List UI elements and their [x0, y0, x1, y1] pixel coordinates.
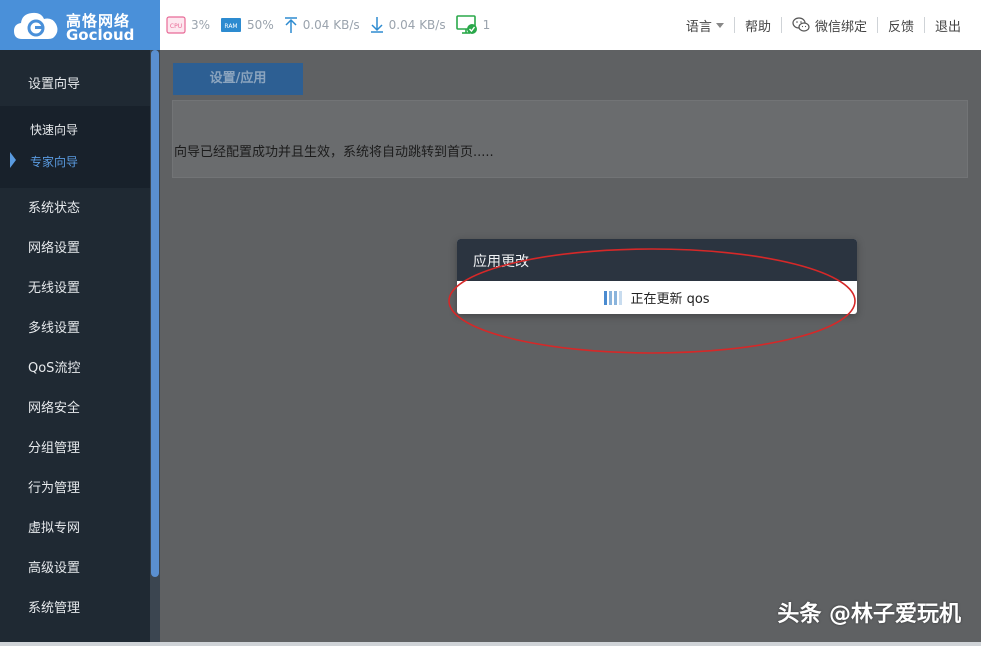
sidebar-item-network-security[interactable]: 网络安全	[0, 389, 150, 429]
sidebar-item-quick-wizard[interactable]: 快速向导	[0, 115, 150, 145]
message-panel	[172, 100, 968, 178]
language-label: 语言	[685, 19, 712, 35]
language-menu[interactable]: 语言	[676, 16, 734, 35]
monitor-check-icon	[455, 15, 478, 35]
sidebar-item-group-management[interactable]: 分组管理	[0, 429, 150, 469]
sidebar-item-behavior-management[interactable]: 行为管理	[0, 469, 150, 509]
download-arrow-icon	[370, 16, 384, 34]
active-indicator-icon	[10, 152, 16, 168]
feedback-link[interactable]: 反馈	[878, 16, 924, 35]
ram-icon: RAM	[220, 16, 242, 34]
sidebar-item-network-settings[interactable]: 网络设置	[0, 229, 150, 269]
ram-value: 50%	[247, 18, 274, 32]
status-bar: CPU 3% RAM 50% 0.04 KB/s 0.04 KB/s 1	[166, 0, 500, 50]
sidebar-item-expert-wizard[interactable]: 专家向导	[0, 147, 150, 177]
download-stat: 0.04 KB/s	[370, 16, 446, 34]
cpu-icon-label: CPU	[170, 23, 182, 30]
sidebar: 设置向导 快速向导 专家向导 系统状态 网络设置 无线设置 多线设置 QoS流控…	[0, 50, 150, 646]
sidebar-item-setup-wizard[interactable]: 设置向导	[0, 65, 150, 105]
wechat-label: 微信绑定	[814, 19, 867, 35]
ram-icon-label: RAM	[224, 23, 237, 30]
sidebar-item-vpn[interactable]: 虚拟专网	[0, 509, 150, 549]
download-value: 0.04 KB/s	[388, 18, 446, 32]
devices-stat: 1	[455, 15, 491, 35]
sidebar-item-wireless-settings[interactable]: 无线设置	[0, 269, 150, 309]
wechat-icon	[792, 17, 810, 33]
top-nav: 语言 帮助 微信绑定 反馈 退出	[676, 0, 971, 50]
sidebar-item-system-status[interactable]: 系统状态	[0, 189, 150, 229]
upload-arrow-icon	[284, 16, 298, 34]
sidebar-item-multiline-settings[interactable]: 多线设置	[0, 309, 150, 349]
help-link[interactable]: 帮助	[735, 16, 781, 35]
upload-stat: 0.04 KB/s	[284, 16, 360, 34]
logo[interactable]: 高恪网络 Gocloud	[0, 0, 160, 50]
chevron-down-icon	[715, 22, 724, 28]
upload-value: 0.04 KB/s	[302, 18, 360, 32]
watermark-text: 头条 @林子爱玩机	[777, 602, 961, 627]
sidebar-item-advanced-settings[interactable]: 高级设置	[0, 549, 150, 589]
logout-link[interactable]: 退出	[925, 16, 971, 35]
cpu-icon: CPU	[166, 16, 186, 34]
top-header: 高恪网络 Gocloud CPU 3% RAM 50% 0.04 KB/s 0.	[0, 0, 981, 50]
brand-en: Gocloud	[66, 26, 135, 44]
wizard-submenu: 快速向导 专家向导	[0, 106, 150, 188]
sidebar-item-qos[interactable]: QoS流控	[0, 349, 150, 389]
sidebar-item-system-management[interactable]: 系统管理	[0, 589, 150, 629]
ram-stat: RAM 50%	[220, 16, 274, 34]
wechat-bind-link[interactable]: 微信绑定	[782, 16, 877, 35]
devices-count: 1	[482, 18, 491, 32]
cpu-value: 3%	[191, 18, 211, 32]
sidebar-scrollbar[interactable]	[151, 50, 159, 577]
cloud-logo-icon	[14, 12, 58, 39]
success-message: 向导已经配置成功并且生效，系统将自动跳转到首页.....	[174, 145, 494, 160]
taskbar-edge	[0, 642, 981, 646]
cpu-stat: CPU 3%	[166, 16, 210, 34]
annotation-ellipse	[448, 248, 856, 354]
tab-apply-settings[interactable]: 设置/应用	[173, 63, 303, 95]
